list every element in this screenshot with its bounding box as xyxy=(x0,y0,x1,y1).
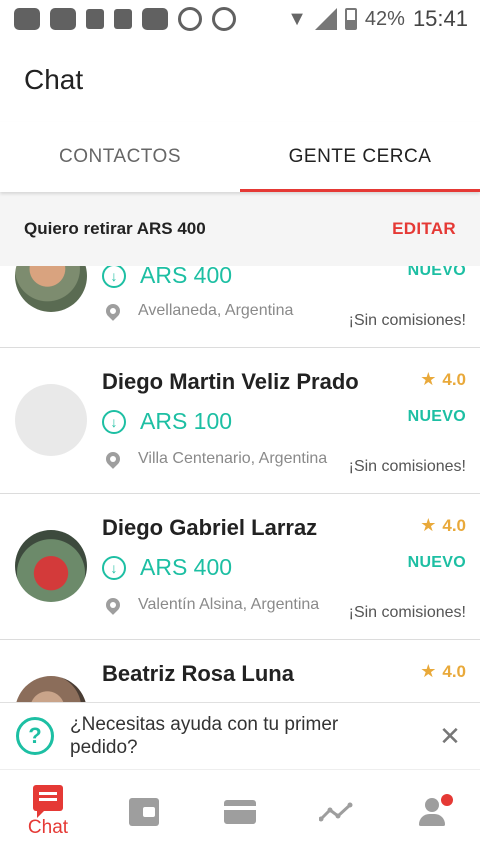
signal-icon xyxy=(314,8,337,30)
tab-gente-cerca[interactable]: GENTE CERCA xyxy=(240,122,480,192)
rating-value: 4.0 xyxy=(442,369,466,389)
profile-head xyxy=(425,798,439,812)
trend-icon xyxy=(319,802,353,822)
location: Villa Centenario, Argentina xyxy=(138,450,328,467)
new-badge: NUEVO xyxy=(407,266,466,279)
rating-value: 4.0 xyxy=(442,661,466,681)
bottom-navigation: Chat xyxy=(0,770,480,854)
amount: ARS 400 xyxy=(140,266,233,288)
list-item[interactable]: ↓ ARS 400 NUEVO Avellaneda, Argentina ¡S… xyxy=(0,266,480,348)
withdraw-filter-bar: Quiero retirar ARS 400 EDITAR xyxy=(0,192,480,266)
avatar xyxy=(15,384,87,456)
list-item[interactable]: Beatriz Rosa Luna ★ 4.0 xyxy=(0,640,480,702)
location: Valentín Alsina, Argentina xyxy=(138,596,320,613)
rating: ★ 4.0 xyxy=(420,661,466,682)
location: Avellaneda, Argentina xyxy=(138,302,294,319)
list-item[interactable]: Diego Gabriel Larraz ★ 4.0 ↓ ARS 400 NUE… xyxy=(0,494,480,640)
profile-body xyxy=(419,814,445,826)
wifi-icon: ▼ xyxy=(287,7,307,30)
location-pin-icon xyxy=(103,449,123,469)
location-row: Valentín Alsina, Argentina xyxy=(103,595,320,615)
nav-profile[interactable] xyxy=(384,770,480,854)
help-banner[interactable]: ? ¿Necesitas ayuda con tu primer pedido?… xyxy=(0,702,480,770)
amount-row: ↓ ARS 100 xyxy=(102,408,232,435)
profile-icon xyxy=(419,794,453,826)
wallet-icon xyxy=(129,798,159,826)
star-icon: ★ xyxy=(420,661,437,681)
nav-activity[interactable] xyxy=(288,770,384,854)
nav-wallet[interactable] xyxy=(96,770,192,854)
contact-name: Diego Gabriel Larraz xyxy=(102,515,318,540)
spotify-notification-icon xyxy=(212,7,236,31)
close-icon[interactable]: ✕ xyxy=(436,721,464,752)
location-pin-icon xyxy=(103,595,123,615)
no-fee-note: ¡Sin comisiones! xyxy=(348,458,466,475)
avatar xyxy=(15,676,87,702)
no-fee-note: ¡Sin comisiones! xyxy=(348,604,466,621)
tab-bar: CONTACTOS GENTE CERCA xyxy=(0,122,480,192)
location-pin-icon xyxy=(103,301,123,321)
no-fee-note: ¡Sin comisiones! xyxy=(348,312,466,329)
status-bar: ▼ 42% 15:41 xyxy=(0,0,480,38)
rating: ★ 4.0 xyxy=(420,369,466,390)
amount: ARS 100 xyxy=(140,408,233,434)
message-notification-icon xyxy=(14,8,40,30)
contact-name: Beatriz Rosa Luna xyxy=(102,661,294,686)
new-badge: NUEVO xyxy=(407,554,466,571)
amount-row: ↓ ARS 400 xyxy=(102,554,232,581)
image-notification-icon xyxy=(114,9,132,29)
battery-percent: 42% xyxy=(364,7,405,30)
download-arrow-icon: ↓ xyxy=(102,266,126,288)
avatar xyxy=(15,530,87,602)
avatar xyxy=(15,266,87,312)
clock: 15:41 xyxy=(412,6,468,31)
battery-icon xyxy=(344,8,357,30)
app-header: Chat xyxy=(0,38,480,122)
card-icon xyxy=(224,800,256,824)
nav-chat[interactable]: Chat xyxy=(0,770,96,854)
app-screen: ▼ 42% 15:41 Chat CONTACTOS GENTE CERCA Q… xyxy=(0,0,480,854)
youtube-notification-icon xyxy=(142,8,168,30)
nearby-people-list[interactable]: ↓ ARS 400 NUEVO Avellaneda, Argentina ¡S… xyxy=(0,266,480,702)
withdraw-request-text: Quiero retirar ARS 400 xyxy=(24,219,206,238)
download-arrow-icon: ↓ xyxy=(102,555,126,580)
notification-dot xyxy=(441,794,453,806)
rating: ★ 4.0 xyxy=(420,515,466,536)
tab-contactos[interactable]: CONTACTOS xyxy=(0,122,240,192)
system-status: ▼ 42% 15:41 xyxy=(287,6,468,32)
chrome-notification-icon xyxy=(178,7,202,31)
amount-row: ↓ ARS 400 xyxy=(102,266,232,289)
rating-value: 4.0 xyxy=(442,515,466,535)
list-item[interactable]: Diego Martin Veliz Prado ★ 4.0 ↓ ARS 100… xyxy=(0,348,480,494)
chat-icon xyxy=(33,785,63,818)
location-row: Avellaneda, Argentina xyxy=(103,301,294,321)
amount: ARS 400 xyxy=(140,554,233,580)
nav-card[interactable] xyxy=(192,770,288,854)
question-icon: ? xyxy=(16,717,54,755)
clipboard-notification-icon xyxy=(50,8,76,30)
brush-notification-icon xyxy=(86,9,104,29)
star-icon: ★ xyxy=(420,515,437,535)
help-text[interactable]: ¿Necesitas ayuda con tu primer pedido? xyxy=(70,713,390,759)
location-row: Villa Centenario, Argentina xyxy=(103,449,328,469)
page-title: Chat xyxy=(24,64,84,95)
star-icon: ★ xyxy=(420,369,437,389)
nav-chat-label: Chat xyxy=(27,817,69,838)
edit-button[interactable]: EDITAR xyxy=(392,219,456,239)
notification-icons xyxy=(14,7,236,31)
new-badge: NUEVO xyxy=(407,408,466,425)
download-arrow-icon: ↓ xyxy=(102,409,126,434)
contact-name: Diego Martin Veliz Prado xyxy=(102,369,359,394)
